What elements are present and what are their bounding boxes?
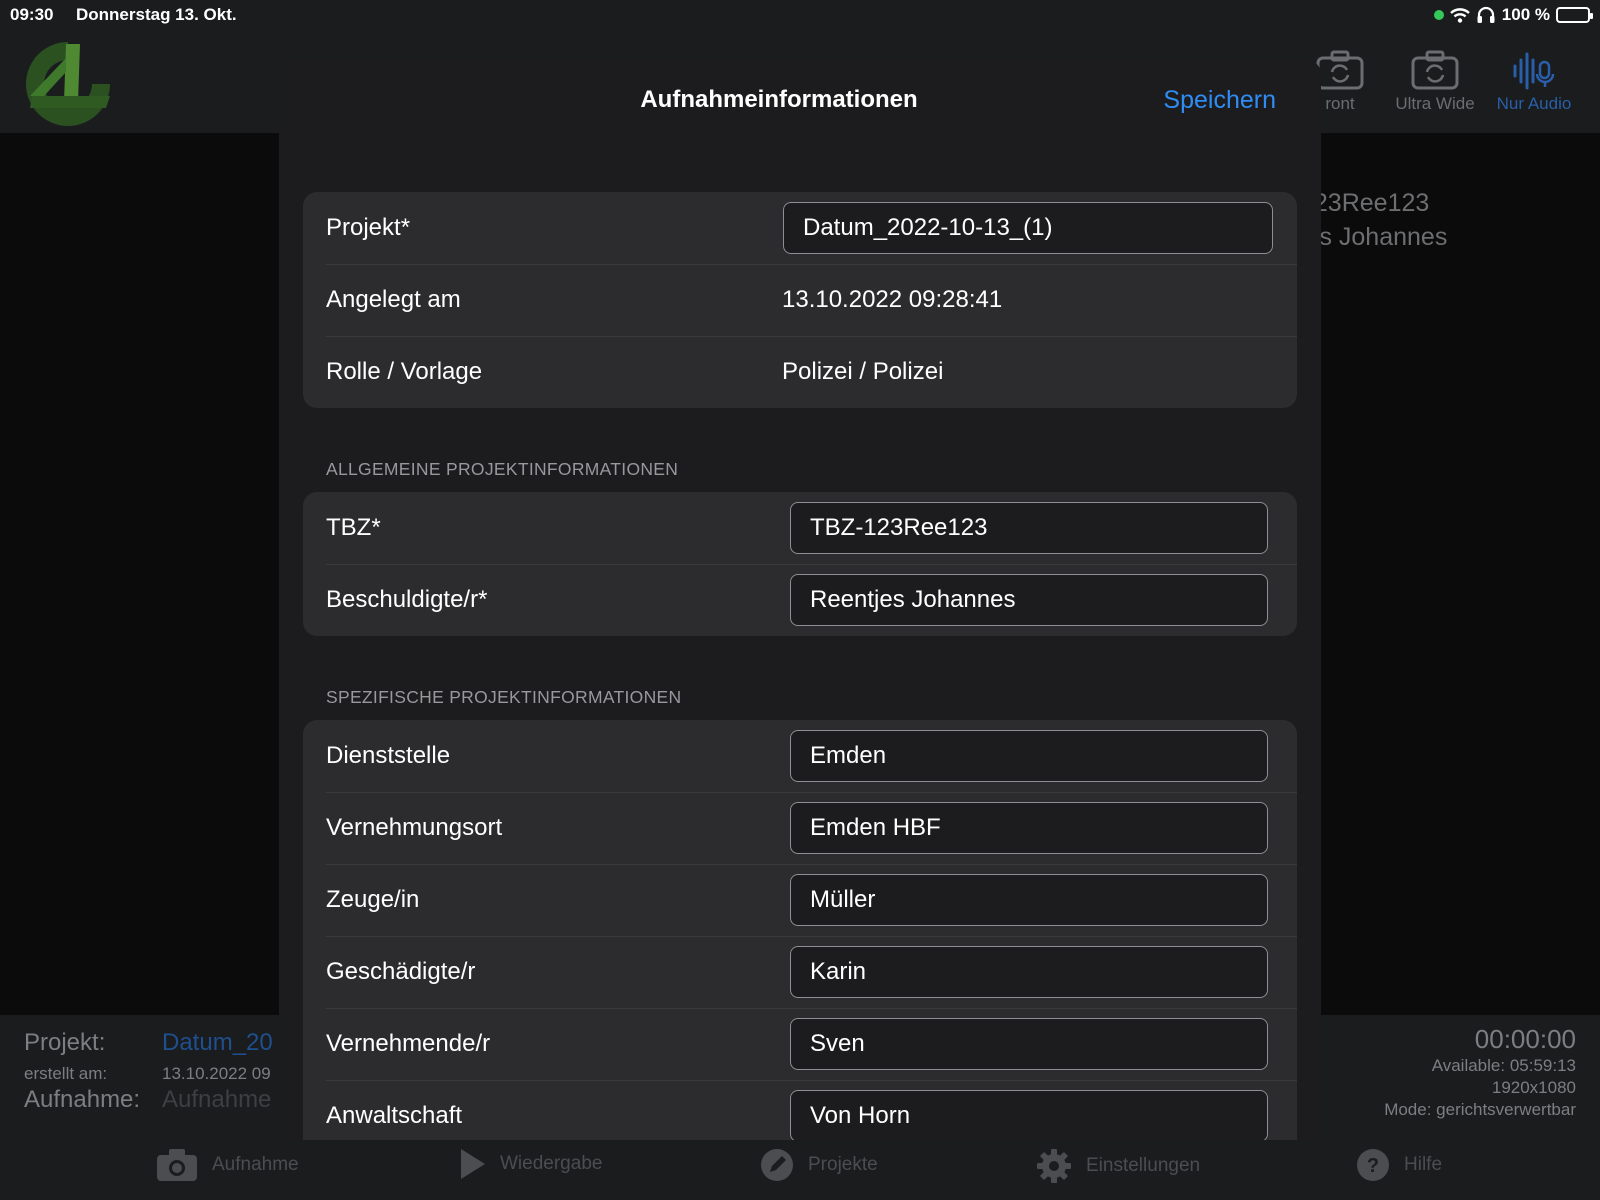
beschuldigte-input[interactable] [790,574,1268,626]
rolle-label: Rolle / Vorlage [326,358,483,385]
available-time: Available: 05:59:13 [1431,1056,1576,1075]
play-icon [461,1149,485,1179]
row-beschuldigte: Beschuldigte/r* [303,564,1297,636]
row-rolle: Rolle / Vorlage Polizei / Polizei [303,336,1297,408]
svg-text:?: ? [1367,1155,1379,1177]
camera-option-ultra-wide[interactable]: Ultra Wide [1385,50,1485,114]
geschaedigte-input[interactable] [790,946,1268,998]
row-anwaltschaft: Anwaltschaft [303,1080,1297,1140]
geschaedigte-label: Geschädigte/r [326,958,476,985]
wifi-icon [1449,8,1470,23]
recording-timer: 00:00:00 [1474,1024,1576,1054]
sheet-title: Aufnahmeinformationen [640,86,918,113]
tab-wiedergabe[interactable]: Wiedergabe [460,1148,602,1180]
general-info-group: TBZ* Beschuldigte/r* [303,492,1297,636]
info-projekt-label: Projekt: [24,1029,106,1056]
gear-icon [1037,1149,1071,1183]
recording-stats: 00:00:00 Available: 05:59:13 1920x1080 M… [1384,1023,1576,1121]
info-projekt-value: Datum_20 [162,1029,273,1056]
background-project-summary: 123Ree123 jes Johannes [1300,186,1447,254]
row-dienststelle: Dienststelle [303,720,1297,792]
zeuge-label: Zeuge/in [326,886,420,913]
battery-percentage: 100 % [1501,5,1550,24]
dienststelle-input[interactable] [790,730,1268,782]
vernehmungsort-label: Vernehmungsort [326,814,503,841]
save-button[interactable]: Speichern [1163,86,1276,115]
tab-projekte[interactable]: Projekte [760,1148,878,1182]
waveform-mic-icon [1484,50,1584,94]
project-meta-group: Projekt* Angelegt am 13.10.2022 09:28:41… [303,192,1297,408]
tab-hilfe[interactable]: ? Hilfe [1356,1148,1442,1182]
pencil-icon [761,1149,793,1181]
recording-mode: Mode: gerichtsverwertbar [1384,1100,1576,1119]
zeuge-input[interactable] [790,874,1268,926]
camera-rotate-icon [1385,50,1485,94]
info-aufnahme-label: Aufnahme: [24,1086,141,1113]
resolution: 1920x1080 [1491,1078,1576,1097]
row-angelegt: Angelegt am 13.10.2022 09:28:41 [303,264,1297,336]
angelegt-label: Angelegt am [326,286,461,313]
row-vernehmende: Vernehmende/r [303,1008,1297,1080]
status-date: Donnerstag 13. Okt. [76,5,237,24]
anwaltschaft-input[interactable] [790,1090,1268,1140]
battery-icon [1556,7,1593,23]
anwaltschaft-label: Anwaltschaft [326,1102,463,1129]
row-zeuge: Zeuge/in [303,864,1297,936]
help-icon: ? [1357,1149,1389,1181]
tbz-label: TBZ* [326,514,381,541]
camera-option-audio-only[interactable]: Nur Audio [1484,50,1584,114]
tab-einstellungen[interactable]: Einstellungen [1036,1148,1200,1184]
row-vernehmungsort: Vernehmungsort [303,792,1297,864]
row-projekt: Projekt* [303,192,1297,264]
angelegt-value: 13.10.2022 09:28:41 [782,286,1003,313]
status-time: 09:30 [10,5,54,24]
row-geschaedigte: Geschädigte/r [303,936,1297,1008]
tab-bar: Aufnahme Wiedergabe Projekte Einstellung… [0,1140,1600,1200]
beschuldigte-label: Beschuldigte/r* [326,586,488,613]
info-aufnahme-value: Aufnahme [162,1086,272,1113]
general-section-header: ALLGEMEINE PROJEKTINFORMATIONEN [326,459,679,479]
app-logo [26,42,110,126]
info-erstellt-value: 13.10.2022 09 [162,1064,271,1083]
headphones-icon [1477,6,1495,23]
projekt-label: Projekt* [326,214,411,241]
tbz-input[interactable] [790,502,1268,554]
background-name-text: jes Johannes [1300,223,1448,251]
info-erstellt-label: erstellt am: [24,1064,108,1083]
dienststelle-label: Dienststelle [326,742,451,769]
row-tbz: TBZ* [303,492,1297,564]
specific-info-group: Dienststelle Vernehmungsort Zeuge/in Ges… [303,720,1297,1140]
background-tbz-text: 123Ree123 [1300,189,1430,217]
vernehmungsort-input[interactable] [790,802,1268,854]
specific-section-header: SPEZIFISCHE PROJEKTINFORMATIONEN [326,687,682,707]
tab-aufnahme[interactable]: Aufnahme [156,1148,299,1182]
vernehmende-input[interactable] [790,1018,1268,1070]
projekt-input[interactable] [783,202,1273,254]
vernehmende-label: Vernehmende/r [326,1030,491,1057]
status-bar: 09:30 Donnerstag 13. Okt. 100 % [0,0,1600,30]
recording-info-sheet: Aufnahmeinformationen Speichern Projekt*… [279,60,1321,1140]
mic-indicator-icon [1433,10,1444,20]
rolle-value: Polizei / Polizei [782,358,944,385]
camera-icon [157,1149,197,1181]
